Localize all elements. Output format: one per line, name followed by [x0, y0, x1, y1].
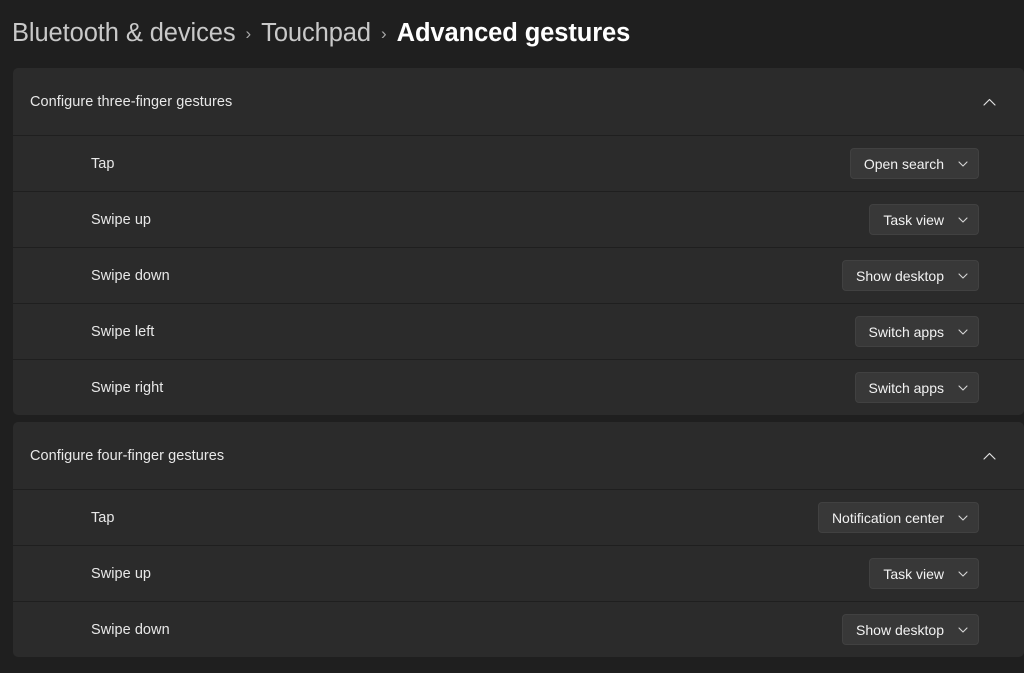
chevron-down-icon — [957, 270, 968, 281]
breadcrumb-item-bluetooth-devices[interactable]: Bluetooth & devices — [12, 21, 236, 47]
table-row: Tap Notification center — [13, 489, 1024, 545]
breadcrumb-separator-icon: › — [380, 23, 387, 43]
table-row: Swipe up Task view — [13, 545, 1024, 601]
breadcrumb-item-touchpad[interactable]: Touchpad — [261, 21, 371, 47]
chevron-down-icon — [957, 158, 968, 169]
section-title: Configure three-finger gestures — [30, 93, 233, 110]
section-header-three-finger-gestures[interactable]: Configure three-finger gestures — [13, 68, 1024, 135]
section-card-three-finger-gestures: Configure three-finger gestures Tap Open… — [13, 68, 1024, 415]
gesture-label: Swipe up — [91, 565, 152, 582]
chevron-up-icon[interactable] — [978, 91, 1000, 113]
chevron-down-icon — [957, 568, 968, 579]
chevron-up-icon[interactable] — [978, 445, 1000, 467]
dropdown-selected-value: Task view — [883, 211, 944, 228]
settings-page: Bluetooth & devices › Touchpad › Advance… — [0, 0, 1024, 673]
table-row: Tap Open search — [13, 135, 1024, 191]
dropdown-selected-value: Show desktop — [856, 267, 944, 284]
gesture-label: Swipe up — [91, 211, 152, 228]
gesture-label: Swipe left — [91, 323, 155, 340]
gesture-label: Swipe down — [91, 267, 170, 284]
dropdown-selected-value: Task view — [883, 565, 944, 582]
chevron-down-icon — [957, 512, 968, 523]
table-row: Swipe down Show desktop — [13, 247, 1024, 303]
gesture-action-dropdown[interactable]: Switch apps — [854, 316, 979, 347]
gesture-action-dropdown[interactable]: Show desktop — [842, 260, 979, 291]
gesture-action-dropdown[interactable]: Task view — [869, 204, 979, 235]
dropdown-selected-value: Switch apps — [868, 379, 944, 396]
breadcrumb: Bluetooth & devices › Touchpad › Advance… — [0, 0, 1024, 68]
section-card-four-finger-gestures: Configure four-finger gestures Tap Notif… — [13, 422, 1024, 657]
dropdown-selected-value: Notification center — [831, 509, 944, 526]
chevron-down-icon — [957, 382, 968, 393]
table-row: Swipe up Task view — [13, 191, 1024, 247]
gesture-action-dropdown[interactable]: Switch apps — [854, 372, 979, 403]
chevron-down-icon — [957, 624, 968, 635]
gesture-label: Swipe down — [91, 621, 170, 638]
breadcrumb-separator-icon: › — [245, 23, 252, 43]
table-row: Swipe right Switch apps — [13, 359, 1024, 415]
dropdown-selected-value: Show desktop — [856, 621, 944, 638]
chevron-down-icon — [957, 326, 968, 337]
gesture-label: Tap — [91, 509, 115, 526]
section-header-four-finger-gestures[interactable]: Configure four-finger gestures — [13, 422, 1024, 489]
section-title: Configure four-finger gestures — [30, 447, 225, 464]
gesture-label: Tap — [91, 155, 115, 172]
chevron-down-icon — [957, 214, 968, 225]
table-row: Swipe left Switch apps — [13, 303, 1024, 359]
table-row: Swipe down Show desktop — [13, 601, 1024, 657]
gesture-label: Swipe right — [91, 379, 164, 396]
gesture-action-dropdown[interactable]: Task view — [869, 558, 979, 589]
gesture-action-dropdown[interactable]: Notification center — [817, 502, 979, 533]
gesture-action-dropdown[interactable]: Open search — [849, 148, 979, 179]
dropdown-selected-value: Open search — [863, 155, 944, 172]
dropdown-selected-value: Switch apps — [868, 323, 944, 340]
breadcrumb-item-advanced-gestures: Advanced gestures — [396, 19, 631, 48]
gesture-action-dropdown[interactable]: Show desktop — [842, 614, 979, 645]
